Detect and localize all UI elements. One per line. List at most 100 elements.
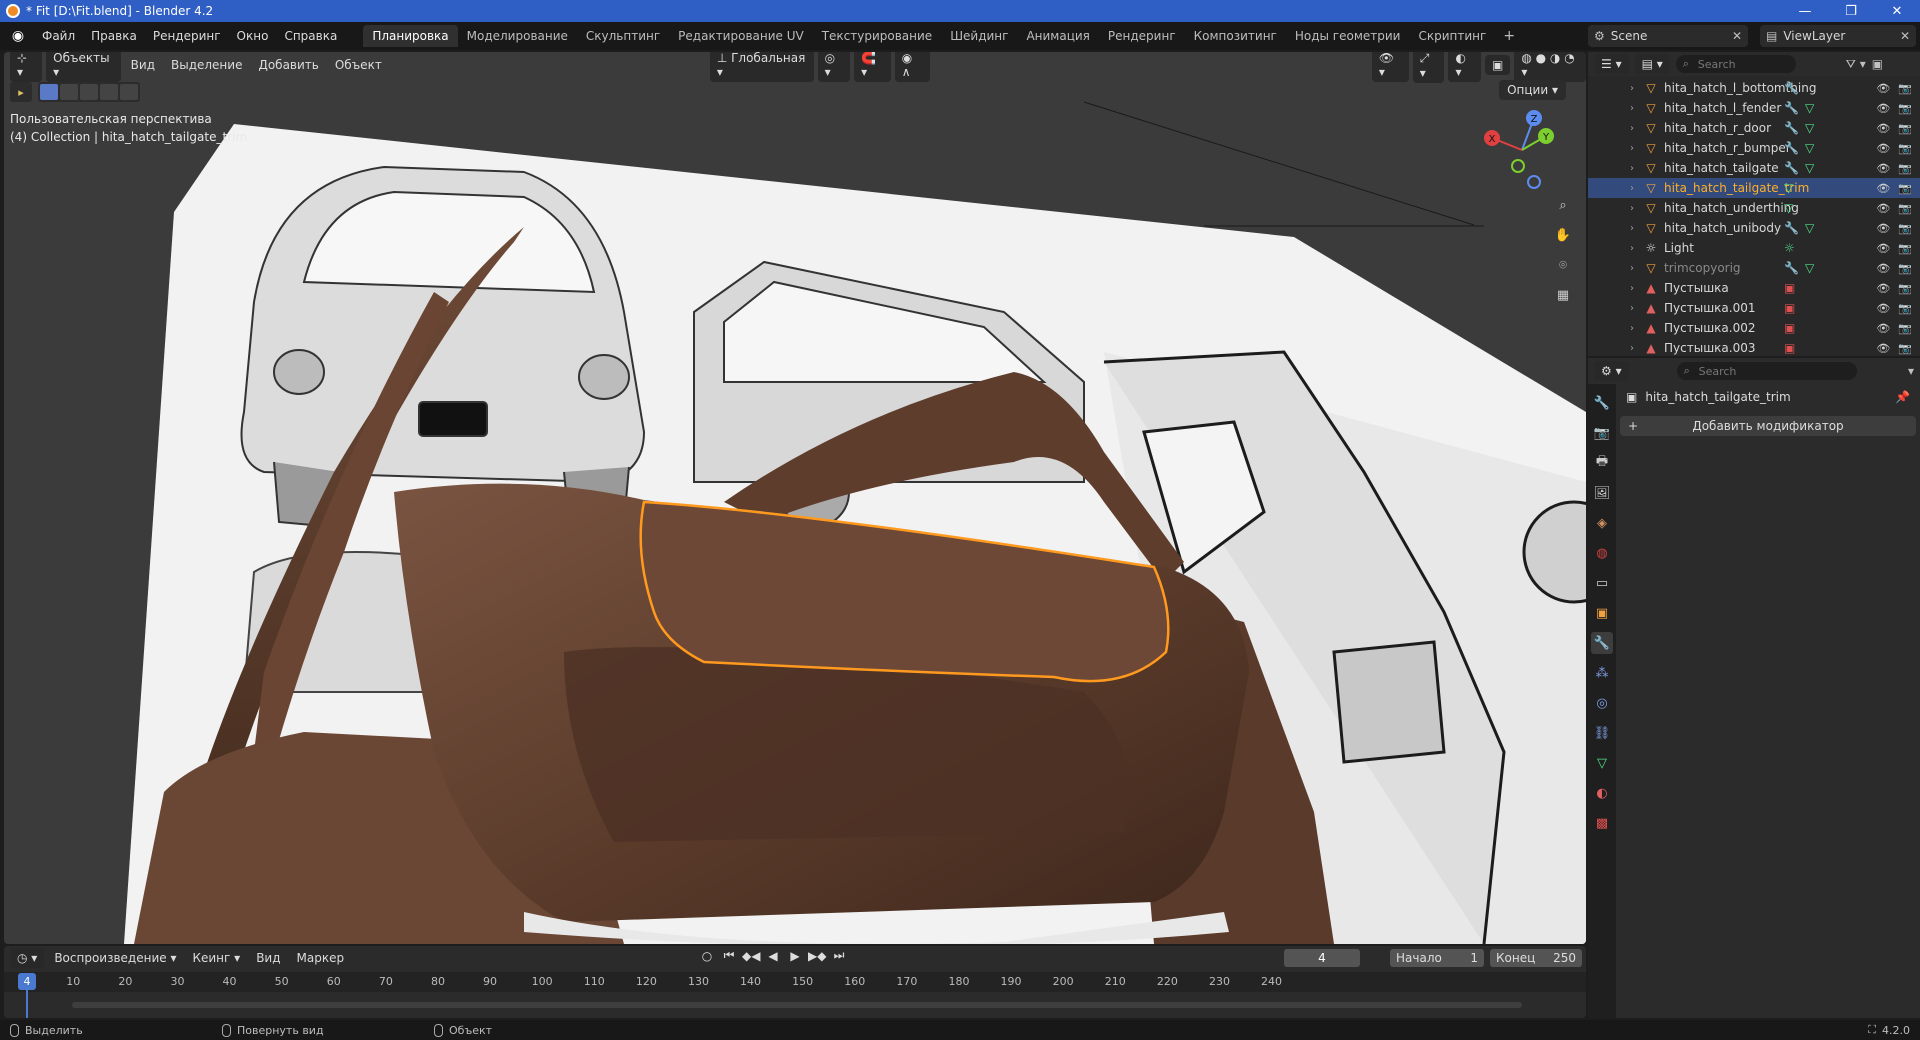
expand-chevron-icon[interactable]: › xyxy=(1630,223,1644,234)
render-camera-icon[interactable]: 📷 xyxy=(1898,142,1912,155)
frame-ruler[interactable]: 4 10 20 30 40 50 60 70 80 90 100 110 120 130 140 150 16… xyxy=(4,972,1586,992)
texture-tab-icon[interactable]: ▩ xyxy=(1591,812,1613,834)
camera-view-icon[interactable]: ⌾ xyxy=(1550,252,1576,278)
view-layer-selector[interactable]: ▤ ViewLayer ✕ xyxy=(1760,25,1916,47)
outliner-search-input[interactable]: ⌕ Search xyxy=(1675,55,1796,73)
end-frame-field[interactable]: Конец 250 xyxy=(1490,949,1582,967)
visibility-eye-icon[interactable]: 👁 xyxy=(1876,82,1890,95)
visibility-eye-icon[interactable]: 👁 xyxy=(1876,222,1890,235)
add-modifier-button[interactable]: + Добавить модификатор xyxy=(1620,416,1916,436)
expand-chevron-icon[interactable]: › xyxy=(1630,123,1644,134)
tab-uv-editing[interactable]: Редактирование UV xyxy=(669,25,813,47)
play-icon[interactable]: ▶ xyxy=(786,949,804,963)
expand-chevron-icon[interactable]: › xyxy=(1630,163,1644,174)
orientation-dropdown[interactable]: ⊥ Глобальная ▾ xyxy=(709,52,814,82)
outliner-item[interactable]: › ▽ hita_hatch_underthing ▽ 👁 📷 xyxy=(1588,198,1920,218)
pan-hand-icon[interactable]: ✋ xyxy=(1550,222,1576,248)
menu-keying[interactable]: Кеинг ▾ xyxy=(186,948,246,968)
options-dropdown[interactable]: Опции ▾ xyxy=(1499,80,1566,100)
render-camera-icon[interactable]: 📷 xyxy=(1898,282,1912,295)
jump-start-icon[interactable]: ⏮ xyxy=(720,948,738,963)
modifier-icon[interactable]: 🔧 xyxy=(1784,101,1799,115)
select-tool-icon[interactable]: ▸ xyxy=(10,82,32,102)
light-data-icon[interactable]: ☼ xyxy=(1784,241,1795,255)
outliner-item[interactable]: › ▽ hita_hatch_r_bumper 🔧 ▽ 👁 📷 xyxy=(1588,138,1920,158)
new-collection-icon[interactable]: ▣ xyxy=(1872,57,1883,71)
tab-texture-paint[interactable]: Текстурирование xyxy=(813,25,941,47)
filter-icon[interactable]: ⛛ ▾ xyxy=(1846,57,1866,72)
outliner-item[interactable]: › ☼ Light ☼ 👁 📷 xyxy=(1588,238,1920,258)
render-camera-icon[interactable]: 📷 xyxy=(1898,82,1912,95)
render-tab-icon[interactable]: 📷 xyxy=(1591,422,1613,444)
visibility-eye-icon[interactable]: 👁 xyxy=(1876,262,1890,275)
scene-tab-icon[interactable]: ◈ xyxy=(1591,512,1613,534)
visibility-eye-icon[interactable]: 👁 xyxy=(1876,282,1890,295)
expand-chevron-icon[interactable]: › xyxy=(1630,303,1644,314)
jump-end-icon[interactable]: ⏭ xyxy=(830,948,848,963)
menu-timeline-view[interactable]: Вид xyxy=(250,948,286,968)
gizmo-toggle[interactable]: ⤢ ▾ xyxy=(1412,52,1445,83)
image-data-icon[interactable]: ▣ xyxy=(1784,341,1795,355)
expand-chevron-icon[interactable]: › xyxy=(1630,243,1644,254)
proportional-edit-toggle[interactable]: ◉ ∧ xyxy=(894,52,930,82)
visibility-eye-icon[interactable]: 👁 xyxy=(1876,342,1890,355)
tab-layout[interactable]: Планировка xyxy=(363,25,458,47)
render-camera-icon[interactable]: 📷 xyxy=(1898,102,1912,115)
close-button[interactable]: ✕ xyxy=(1874,0,1920,22)
shading-modes[interactable]: ◍ ● ◑ ◔ ▾ xyxy=(1514,52,1586,82)
menu-window[interactable]: Окно xyxy=(229,25,277,47)
menu-add[interactable]: Добавить xyxy=(252,55,324,75)
render-camera-icon[interactable]: 📷 xyxy=(1898,242,1912,255)
xray-toggle[interactable]: ▣ xyxy=(1485,55,1511,75)
pin-icon[interactable]: ✕ xyxy=(1732,29,1742,43)
snap-toggle[interactable]: 🧲 ▾ xyxy=(854,52,891,82)
mesh-data-icon[interactable]: ▽ xyxy=(1784,181,1793,195)
menu-edit[interactable]: Правка xyxy=(83,25,145,47)
visibility-eye-icon[interactable]: 👁 xyxy=(1876,302,1890,315)
menu-help[interactable]: Справка xyxy=(276,25,345,47)
outliner-item[interactable]: › ▲ Пустышка.001 ▣ 👁 📷 xyxy=(1588,298,1920,318)
render-camera-icon[interactable]: 📷 xyxy=(1898,122,1912,135)
outliner-item[interactable]: › ▽ hita_hatch_l_bottomthing 🔧 👁 📷 xyxy=(1588,78,1920,98)
timeline-scrollbar[interactable] xyxy=(72,1002,1522,1008)
mesh-data-icon[interactable]: ▽ xyxy=(1784,201,1793,215)
expand-chevron-icon[interactable]: › xyxy=(1630,83,1644,94)
render-camera-icon[interactable]: 📷 xyxy=(1898,302,1912,315)
outliner-item[interactable]: › ▽ hita_hatch_tailgate 🔧 ▽ 👁 📷 xyxy=(1588,158,1920,178)
tab-sculpting[interactable]: Скульптинг xyxy=(577,25,669,47)
output-tab-icon[interactable]: 🖶 xyxy=(1591,452,1613,474)
overlay-toggle[interactable]: ◐ ▾ xyxy=(1448,52,1482,82)
collection-tab-icon[interactable]: ▭ xyxy=(1591,572,1613,594)
expand-chevron-icon[interactable]: › xyxy=(1630,203,1644,214)
outliner-item[interactable]: › ▲ Пустышка ▣ 👁 📷 xyxy=(1588,278,1920,298)
current-frame-indicator[interactable]: 4 xyxy=(18,973,36,990)
auto-keying-icon[interactable]: ○ xyxy=(698,949,716,963)
outliner-item[interactable]: › ▽ hita_hatch_tailgate_trim ▽ 👁 📷 xyxy=(1588,178,1920,198)
menu-file[interactable]: Файл xyxy=(34,25,83,47)
outliner-item[interactable]: › ▲ Пустышка.003 ▣ 👁 📷 xyxy=(1588,338,1920,356)
expand-chevron-icon[interactable]: › xyxy=(1630,103,1644,114)
expand-chevron-icon[interactable]: › xyxy=(1630,343,1644,354)
visibility-eye-icon[interactable]: 👁 xyxy=(1876,102,1890,115)
render-camera-icon[interactable]: 📷 xyxy=(1898,202,1912,215)
outliner-item[interactable]: › ▽ trimcopyorig 🔧 ▽ 👁 📷 xyxy=(1588,258,1920,278)
mesh-data-icon[interactable]: ▽ xyxy=(1805,161,1814,175)
pivot-dropdown[interactable]: ◎ ▾ xyxy=(817,52,851,82)
tab-geometry-nodes[interactable]: Ноды геометрии xyxy=(1286,25,1410,47)
outliner-editor-type[interactable]: ☰ ▾ xyxy=(1594,54,1629,74)
tab-modeling[interactable]: Моделирование xyxy=(458,25,577,47)
modifier-tab-icon[interactable]: 🔧 xyxy=(1591,632,1613,654)
mesh-data-icon[interactable]: ▽ xyxy=(1805,261,1814,275)
pin-icon[interactable]: 📌 xyxy=(1895,390,1910,404)
properties-editor-type[interactable]: ⚙ ▾ xyxy=(1594,361,1629,381)
visibility-eye-icon[interactable]: 👁 xyxy=(1876,242,1890,255)
properties-search-input[interactable]: ⌕ Search xyxy=(1676,362,1857,380)
menu-view[interactable]: Вид xyxy=(125,55,161,75)
tab-animation[interactable]: Анимация xyxy=(1017,25,1098,47)
minimize-button[interactable]: — xyxy=(1782,0,1828,22)
editor-type-button[interactable]: ⊹ ▾ xyxy=(10,52,43,82)
play-reverse-icon[interactable]: ◀ xyxy=(764,949,782,963)
prev-keyframe-icon[interactable]: ◆◀ xyxy=(742,949,760,963)
menu-select[interactable]: Выделение xyxy=(165,55,248,75)
menu-render[interactable]: Рендеринг xyxy=(145,25,229,47)
